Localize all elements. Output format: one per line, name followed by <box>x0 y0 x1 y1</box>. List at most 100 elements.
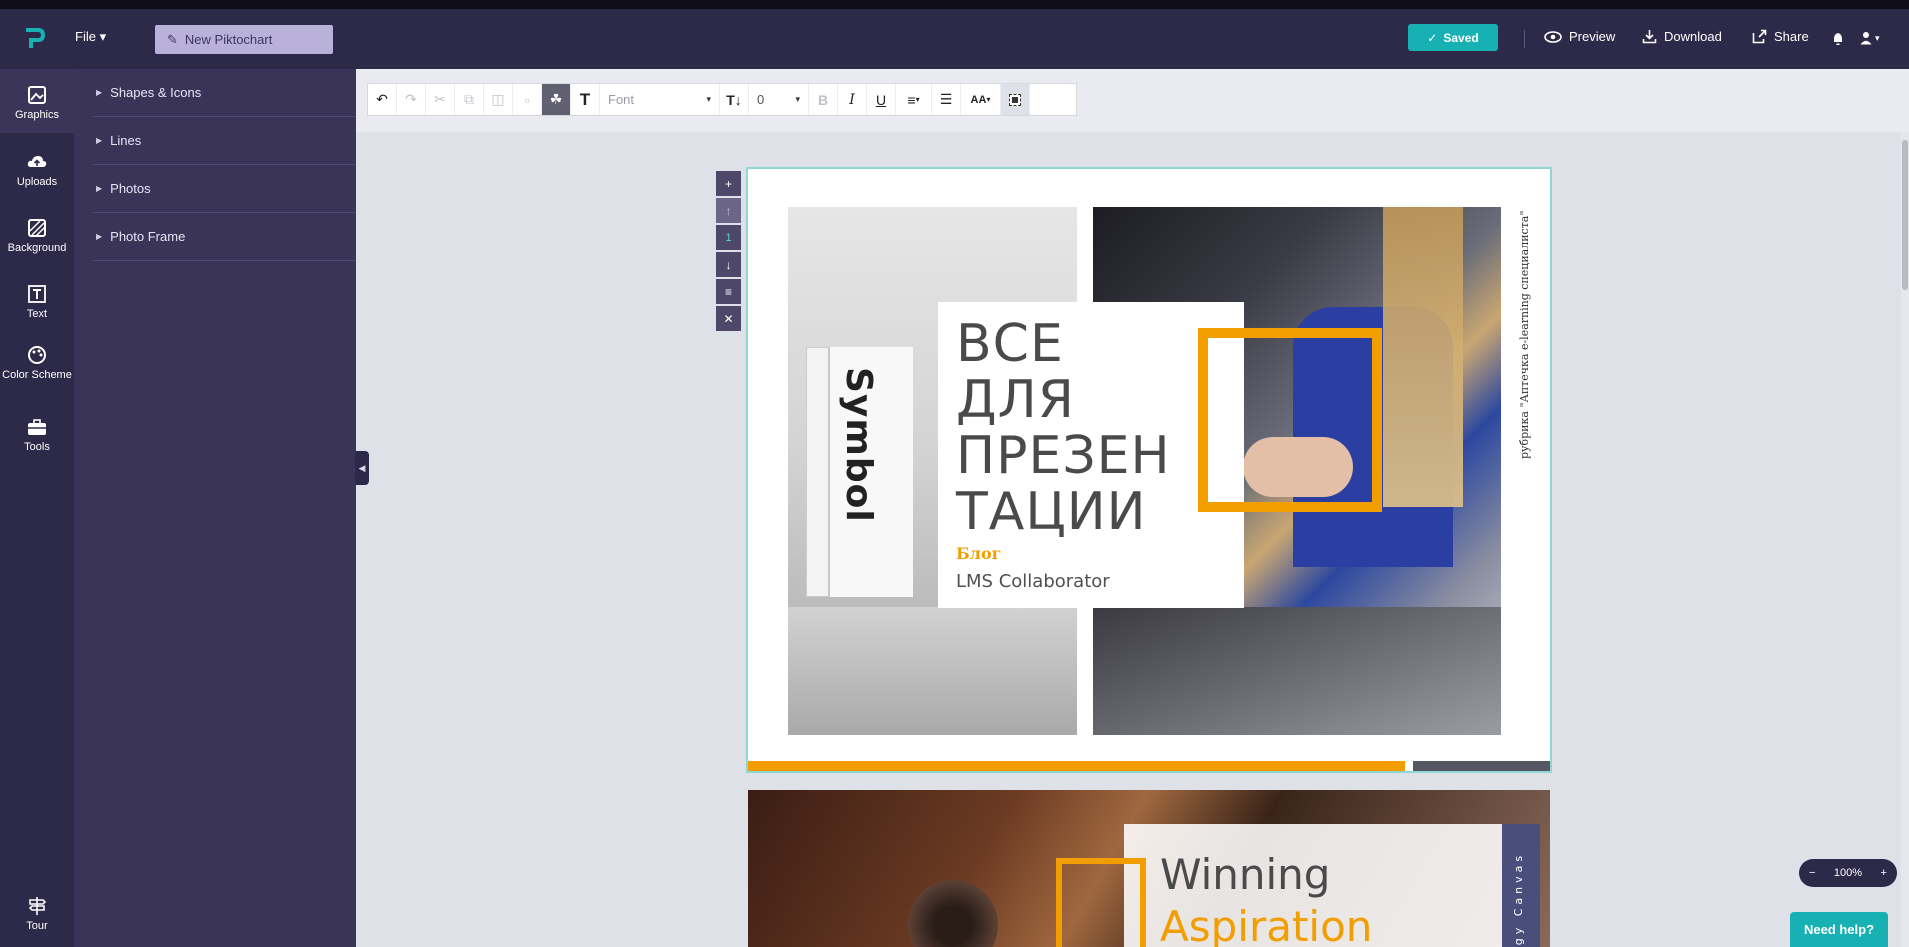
orange-frame-shape-2[interactable] <box>1056 858 1146 947</box>
undo-button[interactable]: ↶ <box>368 84 397 115</box>
vertical-caption[interactable]: рубрика "Аптечка e-learning специалиста" <box>1518 199 1531 459</box>
collapse-panel-button[interactable]: ◀ <box>355 451 369 485</box>
download-button[interactable]: Download <box>1642 29 1722 44</box>
lms-subtitle[interactable]: LMS Collaborator <box>956 571 1110 592</box>
zoom-in-button[interactable]: + <box>1881 867 1887 879</box>
plus-icon: + <box>724 176 732 191</box>
canvas-block-1[interactable]: Symbol ВСЕ ДЛЯ ПРЕЗЕН ТАЦИИ Блог LMS Col… <box>746 167 1552 773</box>
orange-bar-shape[interactable] <box>748 761 1405 771</box>
move-block-down-button[interactable]: ↓ <box>716 252 741 277</box>
add-block-button[interactable]: + <box>716 171 741 196</box>
zoom-control: − 100% + <box>1799 859 1897 887</box>
align-right-icon: ≡ <box>907 91 916 108</box>
need-help-button[interactable]: Need help? <box>1790 912 1888 947</box>
user-menu[interactable]: ▾ <box>1860 31 1880 45</box>
laptop-shape <box>788 607 1077 735</box>
block-number: 1 <box>716 225 741 250</box>
share-label: Share <box>1774 29 1809 44</box>
font-select[interactable]: Font ▾ <box>600 84 720 115</box>
cut-button[interactable]: ✂ <box>426 84 455 115</box>
caret-right-icon: ▶ <box>96 184 103 193</box>
side-strip-text[interactable]: egy Canvas <box>1512 826 1525 947</box>
panel-item-label: Lines <box>110 133 142 148</box>
bold-button[interactable]: B <box>809 84 838 115</box>
font-size-button[interactable]: T↓ <box>720 84 749 115</box>
rail-item-uploads[interactable]: Uploads <box>0 151 74 188</box>
preview-button[interactable]: Preview <box>1544 29 1615 44</box>
fill-color-button[interactable]: ☘ <box>542 84 571 115</box>
text-icon: T <box>579 89 591 109</box>
text-case-button[interactable]: AA ▾ <box>961 84 1001 115</box>
delete-button[interactable]: ▫ <box>513 84 542 115</box>
rail-item-background[interactable]: Background <box>0 217 74 254</box>
text-style-button[interactable]: T <box>571 84 600 115</box>
rail-item-label: Graphics <box>14 109 60 121</box>
layer-button[interactable] <box>1001 84 1030 115</box>
copy-button[interactable]: ⧉ <box>455 84 484 115</box>
chevron-down-icon: ▾ <box>986 95 991 104</box>
chevron-down-icon: ▾ <box>1875 32 1880 43</box>
left-rail: Graphics Uploads Background Text Color S… <box>0 69 74 947</box>
panel-item-label: Photos <box>110 181 151 196</box>
undo-icon: ↶ <box>376 91 388 107</box>
copy-icon: ⧉ <box>464 91 474 107</box>
chess-piece-shape <box>908 880 998 947</box>
image-icon <box>28 86 46 104</box>
rail-item-tour[interactable]: Tour <box>0 895 74 932</box>
list-button[interactable]: ☰ <box>932 84 961 115</box>
gray-bar-shape[interactable] <box>1413 761 1550 771</box>
underline-button[interactable]: U <box>867 84 896 115</box>
document-title-field[interactable]: ✎ New Piktochart <box>155 25 333 54</box>
bell-icon[interactable] <box>1832 32 1844 46</box>
caret-right-icon: ▶ <box>96 88 103 97</box>
orange-frame-shape[interactable] <box>1198 328 1382 512</box>
photo-keyboard <box>1093 607 1501 735</box>
rail-item-color-scheme[interactable]: Color Scheme <box>0 344 74 381</box>
blog-label[interactable]: Блог <box>956 544 1001 563</box>
italic-button[interactable]: I <box>838 84 867 115</box>
piktochart-logo-icon[interactable] <box>21 26 47 52</box>
rail-item-text[interactable]: Text <box>0 283 74 320</box>
font-size-value: 0 <box>757 92 765 107</box>
file-menu[interactable]: File ▾ <box>75 29 106 45</box>
rail-item-label: Text <box>26 308 48 320</box>
move-block-up-button[interactable]: ↑ <box>716 198 741 223</box>
rail-item-label: Uploads <box>16 176 58 188</box>
need-help-label: Need help? <box>1803 922 1875 937</box>
trash-icon: ▫ <box>524 91 530 108</box>
aspiration-text[interactable]: Aspiration <box>1160 902 1372 947</box>
redo-button[interactable]: ↷ <box>397 84 426 115</box>
window-top-strip <box>0 0 1909 9</box>
caret-right-icon: ▶ <box>96 136 103 145</box>
graphics-panel: ▶ Shapes & Icons ▶ Lines ▶ Photos ▶ Phot… <box>74 69 410 947</box>
panel-item-label: Shapes & Icons <box>110 85 202 100</box>
photo-hair <box>1383 207 1463 507</box>
share-icon <box>1752 29 1767 44</box>
rail-item-graphics[interactable]: Graphics <box>0 69 74 133</box>
text-icon <box>28 285 46 303</box>
palette-icon <box>28 346 46 364</box>
rail-item-label: Tools <box>24 441 50 453</box>
saved-label: Saved <box>1443 30 1479 45</box>
duplicate-block-button[interactable]: ≡ <box>716 279 741 304</box>
stack-icon: ≡ <box>724 284 732 299</box>
zoom-out-button[interactable]: − <box>1809 867 1815 879</box>
align-button[interactable]: ≡ ▾ <box>896 84 932 115</box>
top-bar: File ▾ ✎ New Piktochart ✓ Saved Preview … <box>0 9 1909 69</box>
bold-icon: B <box>817 91 829 108</box>
chevron-down-icon: ▾ <box>706 94 711 104</box>
toolbox-icon <box>28 419 46 435</box>
canvas-block-2[interactable]: Winning Aspiration egy Canvas <box>748 790 1550 947</box>
canvas-scrollbar-thumb[interactable] <box>1902 140 1908 290</box>
rail-item-tools[interactable]: Tools <box>0 416 74 453</box>
paint-bucket-icon: ☘ <box>549 91 563 107</box>
document-title: New Piktochart <box>184 32 273 47</box>
arrow-down-icon: ↓ <box>725 257 732 272</box>
share-button[interactable]: Share <box>1752 29 1809 44</box>
font-size-select[interactable]: 0 ▾ <box>749 84 809 115</box>
delete-block-button[interactable]: ✕ <box>716 306 741 331</box>
presentation-title[interactable]: ВСЕ ДЛЯ ПРЕЗЕН ТАЦИИ <box>956 316 1171 540</box>
saved-button[interactable]: ✓ Saved <box>1408 24 1498 51</box>
paste-button[interactable]: ◫ <box>484 84 513 115</box>
winning-text[interactable]: Winning <box>1160 850 1330 899</box>
